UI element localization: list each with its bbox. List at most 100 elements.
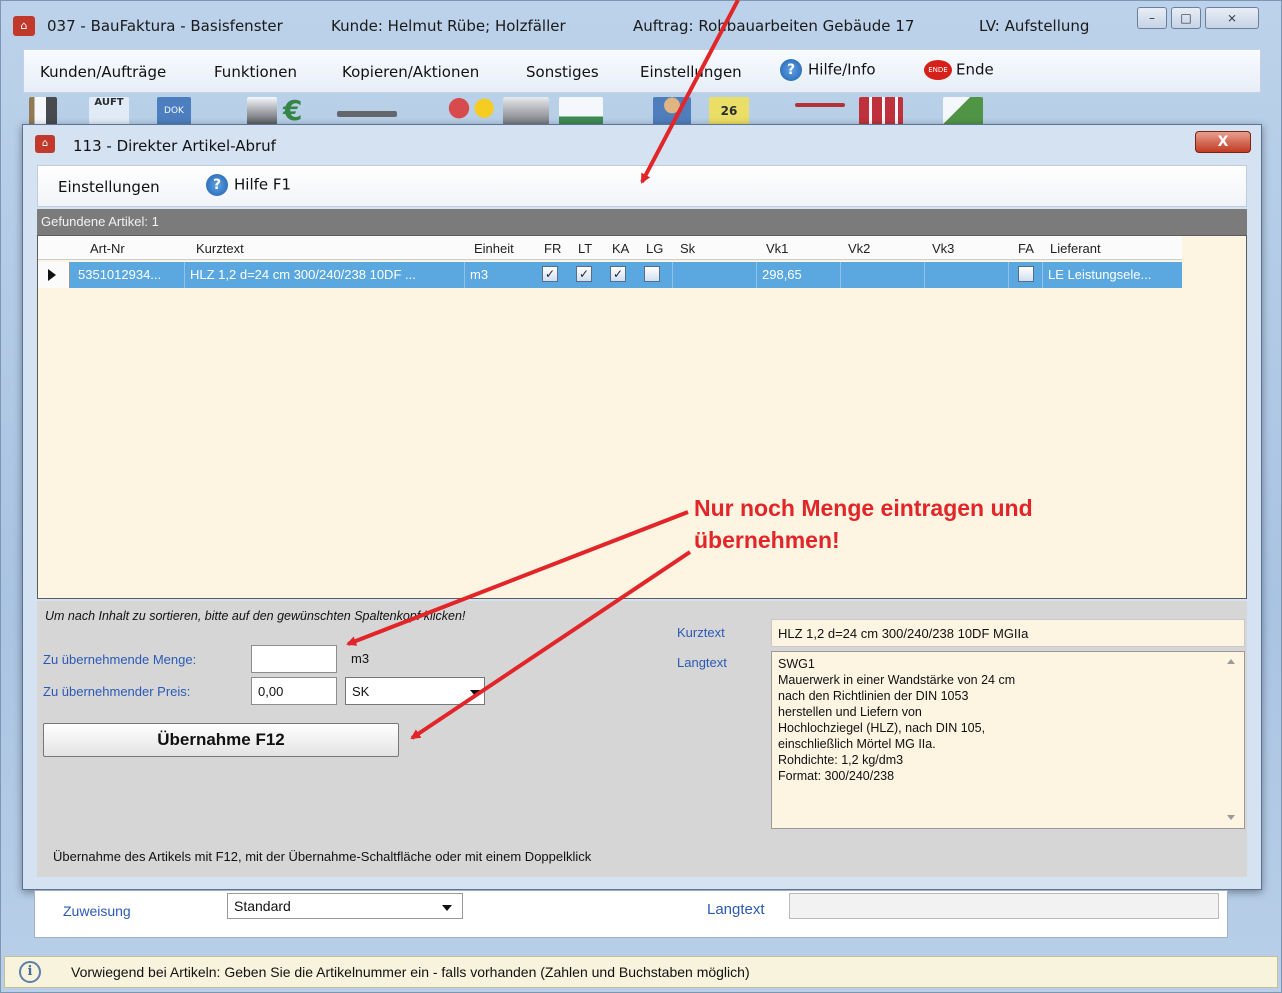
main-title-bar[interactable]: ⌂ 037 - BauFaktura - Basisfenster Kunde:… [1,1,1281,45]
menu-ende[interactable]: ENDE Ende [924,60,994,80]
dialog-menu-help[interactable]: ? Hilfe F1 [206,174,291,196]
window-controls: – □ ⨯ [1137,7,1267,31]
title-lv: LV: Aufstellung [979,17,1090,35]
col-art-nr[interactable]: Art-Nr [90,241,125,256]
app-icon: ⌂ [13,16,35,36]
chart-icon[interactable] [559,97,603,125]
menu-hilfe-info[interactable]: ? Hilfe/Info [780,59,876,81]
background-form: Zuweisung Standard Langtext [34,890,1228,938]
articles-grid: Art-Nr Kurztext Einheit FR LT KA LG Sk V… [37,235,1247,599]
table-row[interactable]: 5351012934... HLZ 1,2 d=24 cm 300/240/23… [38,262,1182,288]
check-icon[interactable] [943,97,983,125]
cell-lieferant[interactable]: LE Leistungsele... [1048,267,1151,282]
dialog-menubar: Einstellungen ? Hilfe F1 [37,165,1247,207]
euro-icon[interactable]: € [283,97,307,125]
calendar-icon[interactable]: 26 [709,97,749,125]
price-type-select[interactable]: SK [345,677,485,705]
cell-divider [464,262,465,288]
main-toolbar: AUFT DOK € 26 [25,93,1261,127]
found-articles-bar: Gefundene Artikel: 1 [37,209,1247,235]
col-einheit[interactable]: Einheit [474,241,514,256]
dok-icon[interactable]: DOK [157,97,191,125]
auftrag-icon[interactable]: AUFT [89,97,129,125]
chevron-down-icon [470,690,480,696]
ka-checkbox[interactable]: ✓ [610,266,626,282]
annotation-line-2: übernehmen! [694,527,840,553]
annotation-text: Nur noch Menge eintragen und übernehmen! [694,492,1033,556]
assignment-value: Standard [234,898,291,914]
cell-art-nr[interactable]: 5351012934... [78,267,161,282]
scale-icon[interactable] [795,103,845,107]
machine-icon[interactable] [503,97,549,125]
dialog-close-button[interactable]: X [1195,131,1251,153]
minimize-button[interactable]: – [1137,7,1167,29]
quantity-input[interactable] [251,645,337,673]
cell-einheit[interactable]: m3 [470,267,488,282]
cell-divider [1042,262,1043,288]
col-fr[interactable]: FR [544,241,561,256]
annotation-line-1: Nur noch Menge eintragen und [694,495,1033,521]
lt-checkbox[interactable]: ✓ [576,266,592,282]
col-kurztext[interactable]: Kurztext [196,241,244,256]
document-icon[interactable] [29,97,57,125]
menu-ende-label: Ende [956,60,994,79]
help-icon: ? [206,174,228,196]
article-dialog: ⌂ 113 - Direkter Artikel-Abruf X Einstel… [22,124,1262,890]
col-vk2[interactable]: Vk2 [848,241,870,256]
footer-note: Übernahme des Artikels mit F12, mit der … [53,849,592,864]
price-input[interactable]: 0,00 [251,677,337,705]
menu-sonstiges[interactable]: Sonstiges [526,63,599,81]
cell-kurztext[interactable]: HLZ 1,2 d=24 cm 300/240/238 10DF ... [190,267,416,282]
col-lg[interactable]: LG [646,241,663,256]
col-vk3[interactable]: Vk3 [932,241,954,256]
tool-icon[interactable] [337,111,397,117]
langtext-line: Rohdichte: 1,2 kg/dm3 [778,753,904,767]
cell-vk1[interactable]: 298,65 [762,267,802,282]
title-order: Auftrag: Rohbauarbeiten Gebäude 17 [633,17,915,35]
kurztext-label: Kurztext [677,625,725,640]
menu-funktionen[interactable]: Funktionen [214,63,297,81]
menu-kopieren-aktionen[interactable]: Kopieren/Aktionen [342,63,479,81]
people-icon[interactable] [445,97,501,125]
assignment-select[interactable]: Standard [227,893,463,919]
menu-hilfe-info-label: Hilfe/Info [808,60,876,79]
langtext-line: Mauerwerk in einer Wandstärke von 24 cm [778,673,1016,687]
col-fa[interactable]: FA [1018,241,1034,256]
cell-divider [672,262,673,288]
cell-divider [924,262,925,288]
worker-icon[interactable] [653,97,691,125]
col-ka[interactable]: KA [612,241,629,256]
detail-panel: Um nach Inhalt zu sortieren, bitte auf d… [37,601,1247,877]
dialog-menu-settings[interactable]: Einstellungen [58,178,160,196]
title-customer: Kunde: Helmut Rübe; Holzfäller [331,17,566,35]
dialog-title: 113 - Direkter Artikel-Abruf [73,137,276,155]
info-icon: i [19,961,41,983]
scroll-down-icon[interactable] [1227,815,1235,820]
menu-einstellungen[interactable]: Einstellungen [640,63,742,81]
fa-checkbox[interactable] [1018,266,1034,282]
col-lt[interactable]: LT [578,241,592,256]
quantity-label: Zu übernehmende Menge: [43,652,197,667]
langtext-field[interactable]: SWG1 Mauerwerk in einer Wandstärke von 2… [771,651,1245,829]
grid-icon[interactable] [859,97,903,125]
close-window-button[interactable]: ⨯ [1205,7,1259,29]
bg-langtext-label: Langtext [707,901,765,918]
bg-langtext-field[interactable] [789,893,1219,919]
row-selector[interactable] [38,262,70,288]
scroll-up-icon[interactable] [1227,659,1235,664]
dialog-app-icon: ⌂ [35,135,55,153]
lg-checkbox[interactable] [644,266,660,282]
col-vk1[interactable]: Vk1 [766,241,788,256]
form-icon[interactable] [247,97,277,125]
kurztext-field[interactable]: HLZ 1,2 d=24 cm 300/240/238 10DF MGIIa [771,619,1245,647]
langtext-label: Langtext [677,655,727,670]
col-sk[interactable]: Sk [680,241,695,256]
ende-icon: ENDE [924,60,952,80]
dialog-title-bar[interactable]: ⌂ 113 - Direkter Artikel-Abruf X [23,125,1261,165]
maximize-button[interactable]: □ [1171,7,1201,29]
menu-kunden-auftraege[interactable]: Kunden/Aufträge [40,63,166,81]
col-lieferant[interactable]: Lieferant [1050,241,1101,256]
fr-checkbox[interactable]: ✓ [542,266,558,282]
langtext-line: herstellen und Liefern von [778,705,922,719]
take-over-button[interactable]: Übernahme F12 [43,723,399,757]
